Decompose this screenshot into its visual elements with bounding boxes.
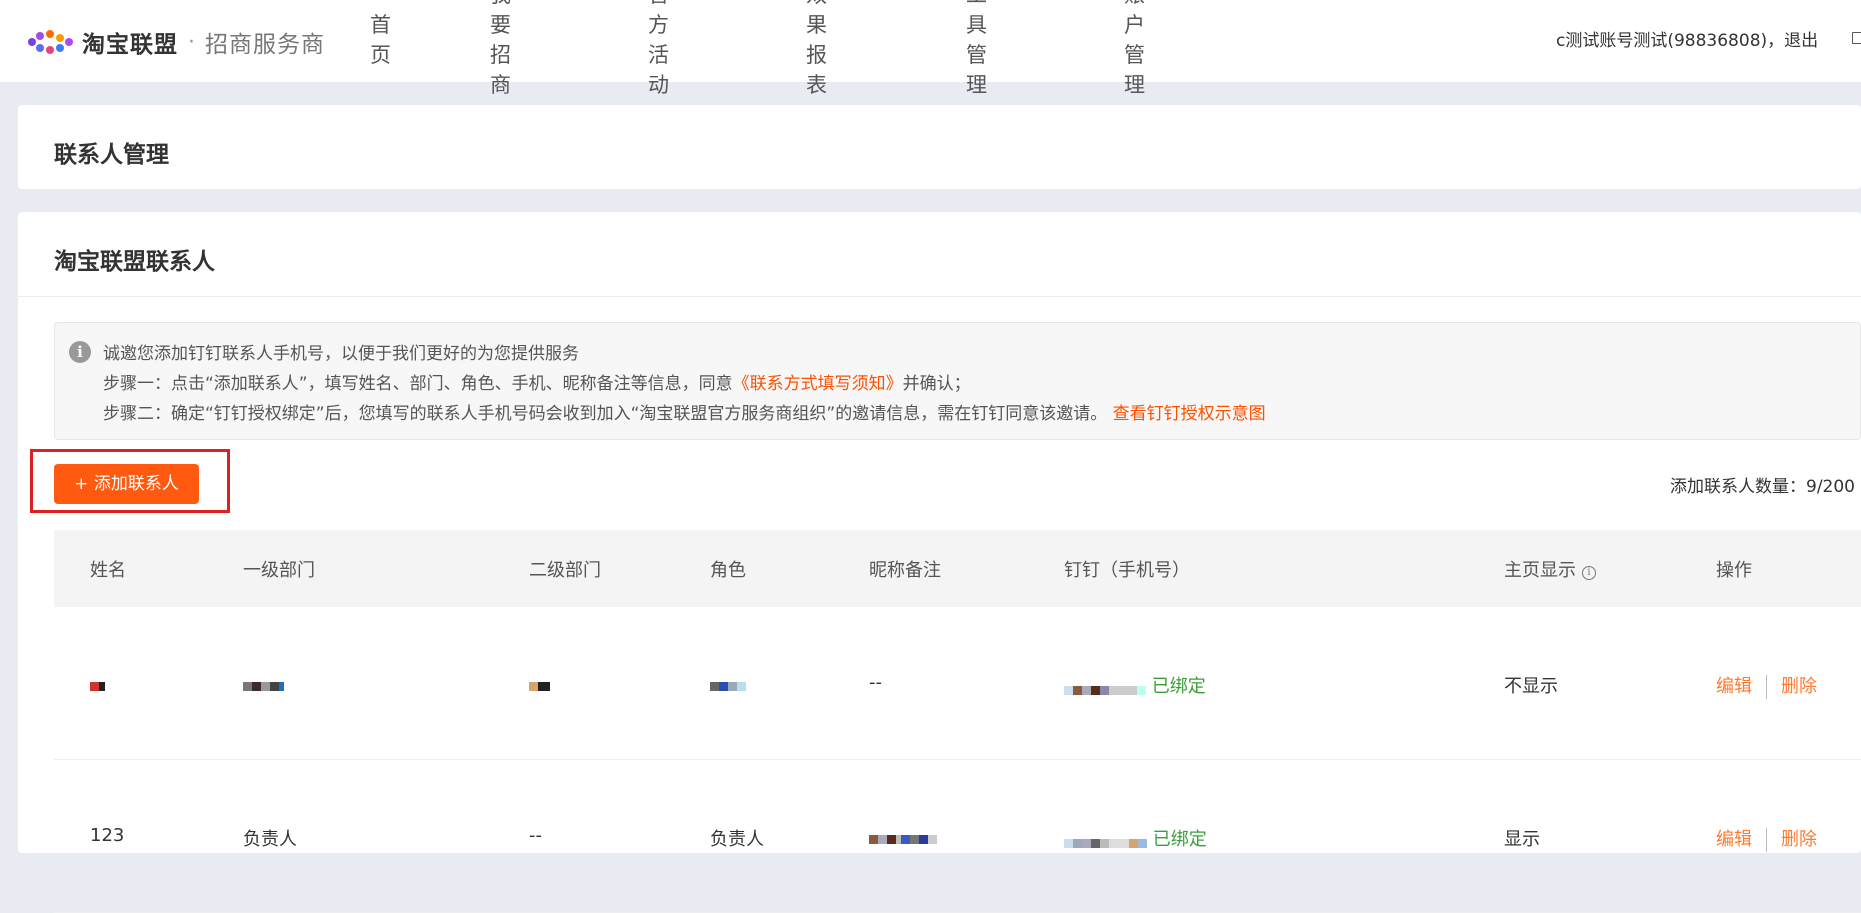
col-nickname: 昵称备注 (869, 560, 941, 581)
cell-nickname-redacted (869, 825, 937, 846)
notice-step1-text: 步骤一：点击“添加联系人”，填写姓名、部门、角色、手机、昵称备注等信息，同意 (103, 374, 733, 394)
col-actions: 操作 (1716, 560, 1752, 581)
nav-official-activity[interactable]: 官方活动 (648, 0, 669, 99)
col-homepage: 主页显示 i (1504, 556, 1596, 582)
cell-dept2-redacted (529, 672, 550, 693)
contacts-card: 淘宝联盟联系人 i 诚邀您添加钉钉联系人手机号，以便于我们更好的为您提供服务 步… (18, 212, 1861, 913)
nav-home[interactable]: 首页 (370, 9, 391, 69)
top-header: 淘宝联盟 · 招商服务商 首页 我要招商 官方活动 效果报表 工具管理 账户管理… (0, 0, 1861, 97)
nav-recruit[interactable]: 我要招商 (490, 0, 511, 99)
col-dingtalk: 钉钉（手机号） (1064, 560, 1190, 581)
col-name: 姓名 (90, 560, 126, 581)
contact-count: 添加联系人数量：9/200 (1670, 477, 1855, 497)
cell-dept1-redacted (243, 672, 284, 693)
cell-role: 负责人 (710, 829, 764, 850)
bind-status: 已绑定 (1152, 829, 1207, 850)
brand-name: 淘宝联盟 (82, 32, 178, 58)
cell-dingtalk: 已绑定 (1064, 672, 1206, 698)
col-dept2: 二级部门 (529, 560, 601, 581)
actions-divider (1766, 675, 1767, 699)
brand-subtitle: 招商服务商 (205, 32, 325, 58)
cell-actions: 编辑 删除 (1716, 672, 1817, 699)
col-dept1: 一级部门 (243, 560, 315, 581)
delete-link[interactable]: 删除 (1781, 676, 1817, 697)
notice-box: i 诚邀您添加钉钉联系人手机号，以便于我们更好的为您提供服务 步骤一：点击“添加… (54, 322, 1861, 440)
edit-link[interactable]: 编辑 (1716, 676, 1752, 697)
cell-dept2: -- (529, 825, 542, 846)
highlight-annotation-box (30, 449, 230, 513)
notice-step1-suffix: 并确认； (902, 374, 971, 394)
col-homepage-label: 主页显示 (1504, 560, 1576, 581)
logo-dots-icon (26, 28, 76, 56)
cell-actions: 编辑 删除 (1716, 825, 1817, 852)
section-divider (18, 296, 1861, 297)
page-title: 联系人管理 (54, 142, 169, 168)
phone-redacted (1064, 832, 1147, 848)
cell-nickname: -- (869, 672, 882, 693)
mail-icon[interactable] (1852, 32, 1861, 44)
table-row: -- 已绑定 不显示 编辑 删除 (54, 607, 1861, 760)
user-info-logout[interactable]: c测试账号测试(98836808)，退出 (1556, 26, 1818, 51)
dingtalk-auth-diagram-link[interactable]: 查看钉钉授权示意图 (1113, 404, 1266, 424)
notice-step2-text: 步骤二：确定“钉钉授权绑定”后，您填写的联系人手机号码会收到加入“淘宝联盟官方服… (103, 404, 1108, 424)
info-icon: i (69, 341, 91, 363)
table-row: 123 负责人 -- 负责人 已绑定 显示 编辑 删除 (54, 760, 1861, 913)
cell-name-redacted (90, 672, 105, 693)
cell-name: 123 (90, 825, 125, 846)
notice-line-2: 步骤一：点击“添加联系人”，填写姓名、部门、角色、手机、昵称备注等信息，同意《联… (103, 369, 971, 394)
cell-homepage: 不显示 (1504, 676, 1558, 697)
table-header: 姓名 一级部门 二级部门 角色 昵称备注 钉钉（手机号） 主页显示 i 操作 (54, 530, 1861, 607)
edit-link[interactable]: 编辑 (1716, 829, 1752, 850)
phone-redacted (1064, 679, 1146, 695)
info-tooltip-icon[interactable]: i (1582, 566, 1596, 580)
cell-dingtalk: 已绑定 (1064, 825, 1207, 851)
nav-account[interactable]: 账户管理 (1124, 0, 1145, 99)
cell-dept1: 负责人 (243, 829, 297, 850)
actions-divider (1766, 828, 1767, 852)
nav-tools[interactable]: 工具管理 (966, 0, 987, 99)
section-title: 淘宝联盟联系人 (54, 249, 215, 275)
delete-link[interactable]: 删除 (1781, 829, 1817, 850)
cell-homepage: 显示 (1504, 829, 1540, 850)
contact-policy-link[interactable]: 《联系方式填写须知》 (733, 374, 903, 394)
notice-line-1: 诚邀您添加钉钉联系人手机号，以便于我们更好的为您提供服务 (103, 344, 579, 364)
nav-reports[interactable]: 效果报表 (806, 0, 827, 99)
notice-line-3: 步骤二：确定“钉钉授权绑定”后，您填写的联系人手机号码会收到加入“淘宝联盟官方服… (103, 399, 1266, 424)
page-title-card: 联系人管理 (18, 105, 1861, 189)
brand-logo[interactable]: 淘宝联盟 · 招商服务商 (26, 22, 325, 62)
bind-status: 已绑定 (1151, 676, 1206, 697)
col-role: 角色 (710, 560, 746, 581)
brand-separator: · (188, 29, 195, 55)
cell-role-redacted (710, 672, 746, 693)
